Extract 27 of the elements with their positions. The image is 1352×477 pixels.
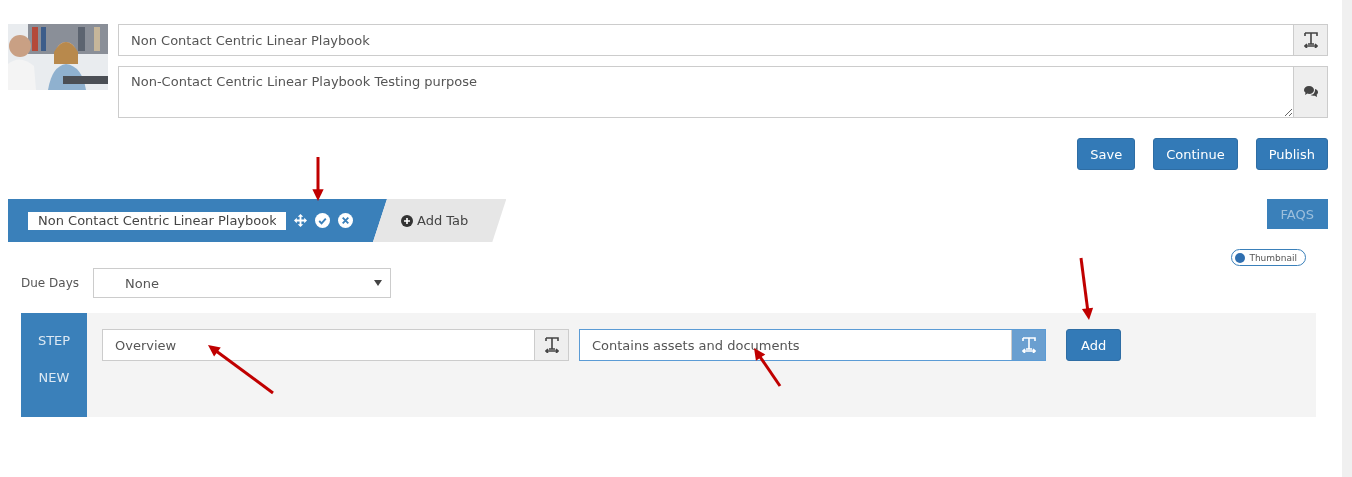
text-format-icon <box>1303 32 1318 48</box>
add-tab-button[interactable]: Add Tab <box>373 199 507 242</box>
annotation-arrow <box>208 345 274 395</box>
action-button[interactable]: Save <box>1077 138 1136 170</box>
close-icon[interactable] <box>338 213 353 228</box>
due-days-label: Due Days <box>21 276 79 290</box>
text-format-button[interactable] <box>1293 25 1327 55</box>
plus-circle-icon <box>401 214 413 227</box>
comment-button[interactable] <box>1293 67 1327 117</box>
playbook-tab[interactable]: Non Contact Centric Linear Playbook <box>8 199 387 242</box>
thumbnail-toggle[interactable]: Thumbnail <box>1231 249 1306 266</box>
annotation-arrow <box>754 348 782 387</box>
text-format-icon <box>1021 337 1036 353</box>
action-button[interactable]: Continue <box>1153 138 1238 170</box>
text-format-icon <box>544 337 559 353</box>
step-label: NEW <box>38 370 70 385</box>
annotation-arrow <box>312 157 324 201</box>
check-icon[interactable] <box>315 213 330 228</box>
move-icon[interactable] <box>294 214 307 227</box>
comments-icon <box>1303 86 1318 98</box>
add-button[interactable]: Add <box>1066 329 1122 361</box>
tab-name-field[interactable]: Non Contact Centric Linear Playbook <box>28 211 286 230</box>
due-days-select[interactable]: None <box>93 268 391 298</box>
annotation-arrow <box>1079 257 1094 320</box>
step-label: STEP <box>37 333 71 348</box>
action-button[interactable]: Publish <box>1255 138 1328 170</box>
dropdown-caret-icon <box>374 280 382 286</box>
